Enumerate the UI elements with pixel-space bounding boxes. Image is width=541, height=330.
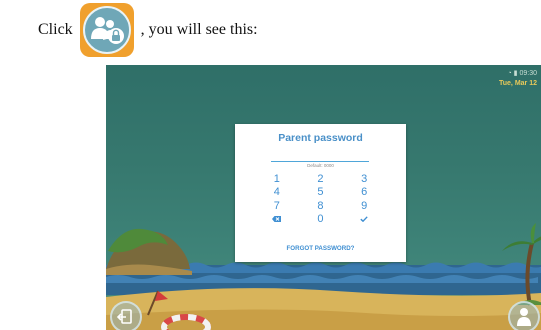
confirm-button[interactable] [342,213,386,227]
key-7[interactable]: 7 [255,199,299,213]
parent-button[interactable] [508,301,540,330]
instruction-text: , you will see this: [140,20,258,38]
forgot-password-link[interactable]: FORGOT PASSWORD? [235,245,406,252]
dialog-title: Parent password [278,132,363,144]
key-6[interactable]: 6 [342,186,386,200]
wifi-icon: ◔ [507,70,512,77]
parent-password-dialog: Parent password Default: 0000 1 2 3 4 5 … [235,124,406,262]
key-8[interactable]: 8 [299,199,343,213]
backspace-icon [272,216,282,223]
app-screen: ◔ ▮ 09:30 Tue, Mar 12 Parent password De… [106,65,541,330]
click-text: Click [38,20,73,38]
parents-lock-icon[interactable] [79,2,134,57]
password-field[interactable] [271,161,369,162]
key-4[interactable]: 4 [255,186,299,200]
key-1[interactable]: 1 [255,172,299,186]
exit-icon [116,309,132,324]
battery-icon: ▮ [513,70,518,77]
status-bar: ◔ ▮ 09:30 Tue, Mar 12 [499,69,537,89]
key-9[interactable]: 9 [342,199,386,213]
instruction-line: Click , you will see this: [38,2,258,57]
status-time: 09:30 [519,70,537,77]
exit-button[interactable] [110,301,142,330]
key-3[interactable]: 3 [342,172,386,186]
checkmark-icon [360,216,368,223]
password-hint: Default: 0000 [307,163,334,168]
number-keypad: 1 2 3 4 5 6 7 8 9 0 [255,172,386,226]
key-0[interactable]: 0 [299,213,343,227]
parent-icon [517,308,531,326]
key-2[interactable]: 2 [299,172,343,186]
backspace-button[interactable] [255,213,299,227]
key-5[interactable]: 5 [299,186,343,200]
status-date: Tue, Mar 12 [499,80,537,87]
